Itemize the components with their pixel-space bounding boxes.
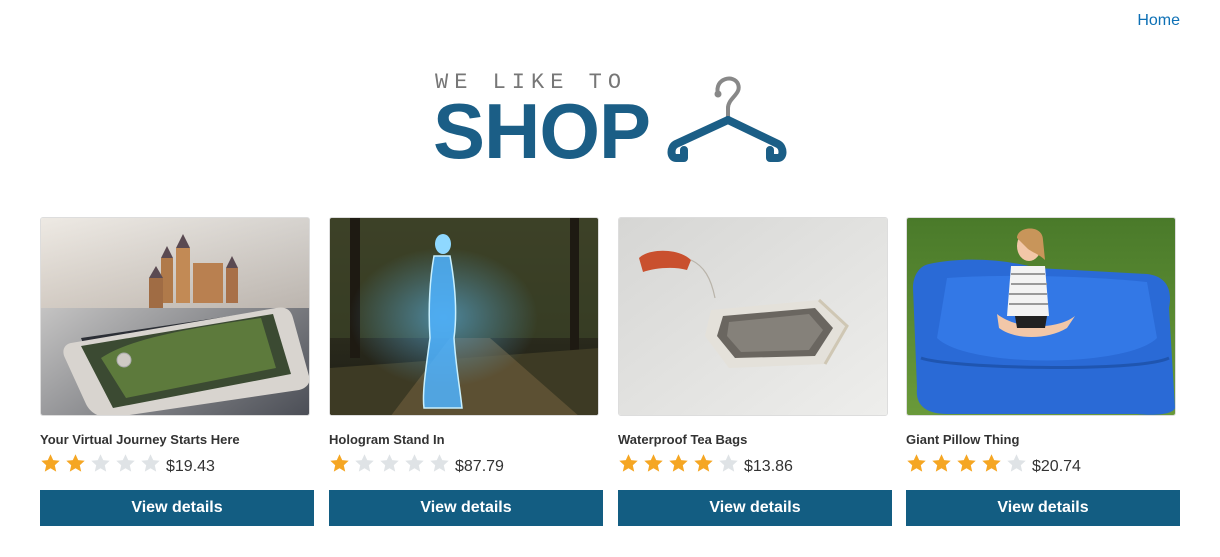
product-image[interactable]: [329, 217, 599, 416]
product-price: $20.74: [1032, 458, 1081, 475]
star-empty-icon: [140, 453, 165, 477]
product-image[interactable]: [618, 217, 888, 416]
star-filled-icon: [906, 453, 931, 477]
girl-on-pillow-image: [907, 218, 1175, 415]
view-details-button[interactable]: View details: [40, 490, 314, 526]
star-filled-icon: [40, 453, 65, 477]
star-filled-icon: [981, 453, 1006, 477]
product-price: $87.79: [455, 458, 504, 475]
star-empty-icon: [90, 453, 115, 477]
star-empty-icon: [404, 453, 429, 477]
star-filled-icon: [956, 453, 981, 477]
star-filled-icon: [618, 453, 643, 477]
product-price: $13.86: [744, 458, 793, 475]
home-link[interactable]: Home: [1137, 12, 1180, 29]
product-title[interactable]: Your Virtual Journey Starts Here: [40, 432, 314, 448]
top-nav: Home: [1137, 12, 1180, 30]
star-filled-icon: [668, 453, 693, 477]
hologram-woman-park-image: [330, 218, 598, 415]
view-details-button[interactable]: View details: [906, 490, 1180, 526]
product-title[interactable]: Giant Pillow Thing: [906, 432, 1180, 448]
product-card: Your Virtual Journey Starts Here $19.43 …: [40, 217, 314, 526]
phone-castle-image: [41, 218, 309, 415]
star-filled-icon: [931, 453, 956, 477]
product-title[interactable]: Hologram Stand In: [329, 432, 603, 448]
product-title[interactable]: Waterproof Tea Bags: [618, 432, 892, 448]
star-empty-icon: [379, 453, 404, 477]
star-empty-icon: [429, 453, 454, 477]
site-logo: WE LIKE TO SHOP: [433, 70, 793, 170]
logo-word: SHOP: [433, 87, 651, 175]
view-details-button[interactable]: View details: [618, 490, 892, 526]
product-image[interactable]: [40, 217, 310, 416]
star-empty-icon: [1006, 453, 1031, 477]
star-filled-icon: [329, 453, 354, 477]
tea-bag-image: [619, 218, 887, 415]
star-filled-icon: [693, 453, 718, 477]
product-image[interactable]: [906, 217, 1176, 416]
star-filled-icon: [65, 453, 90, 477]
star-empty-icon: [354, 453, 379, 477]
product-card: Waterproof Tea Bags $13.86 View details: [618, 217, 892, 526]
product-price: $19.43: [166, 458, 215, 475]
star-empty-icon: [115, 453, 140, 477]
product-card: Giant Pillow Thing $20.74 View details: [906, 217, 1180, 526]
star-empty-icon: [718, 453, 743, 477]
star-rating: $20.74: [906, 453, 1180, 477]
star-filled-icon: [643, 453, 668, 477]
view-details-button[interactable]: View details: [329, 490, 603, 526]
product-card: Hologram Stand In $87.79 View details: [329, 217, 603, 526]
star-rating: $19.43: [40, 453, 314, 477]
hanger-icon: [667, 76, 787, 162]
star-rating: $13.86: [618, 453, 892, 477]
star-rating: $87.79: [329, 453, 603, 477]
